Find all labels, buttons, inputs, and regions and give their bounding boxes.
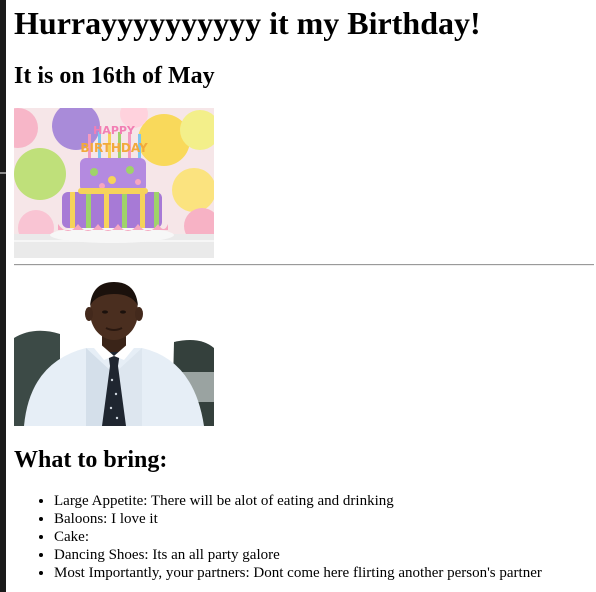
svg-text:HAPPY: HAPPY (93, 124, 136, 137)
cake-image: HAPPY BIRTHDAY (14, 108, 214, 258)
window-edge-notch (0, 172, 6, 174)
svg-text:BIRTHDAY: BIRTHDAY (80, 141, 148, 155)
list-item: Baloons: I love it (54, 510, 542, 528)
what-to-bring-heading: What to bring: (14, 447, 168, 473)
divider (14, 264, 594, 266)
page-title: Hurrayyyyyyyyyy it my Birthday! (14, 5, 481, 41)
bring-list: Large Appetite: There will be alot of ea… (14, 492, 542, 582)
birthday-date-heading: It is on 16th of May (14, 63, 215, 89)
list-item: Most Importantly, your partners: Dont co… (54, 564, 542, 582)
list-item: Large Appetite: There will be alot of ea… (54, 492, 542, 510)
window-edge (0, 0, 6, 592)
list-item: Dancing Shoes: Its an all party galore (54, 546, 542, 564)
person-image (14, 276, 214, 426)
list-item: Cake: (54, 528, 542, 546)
